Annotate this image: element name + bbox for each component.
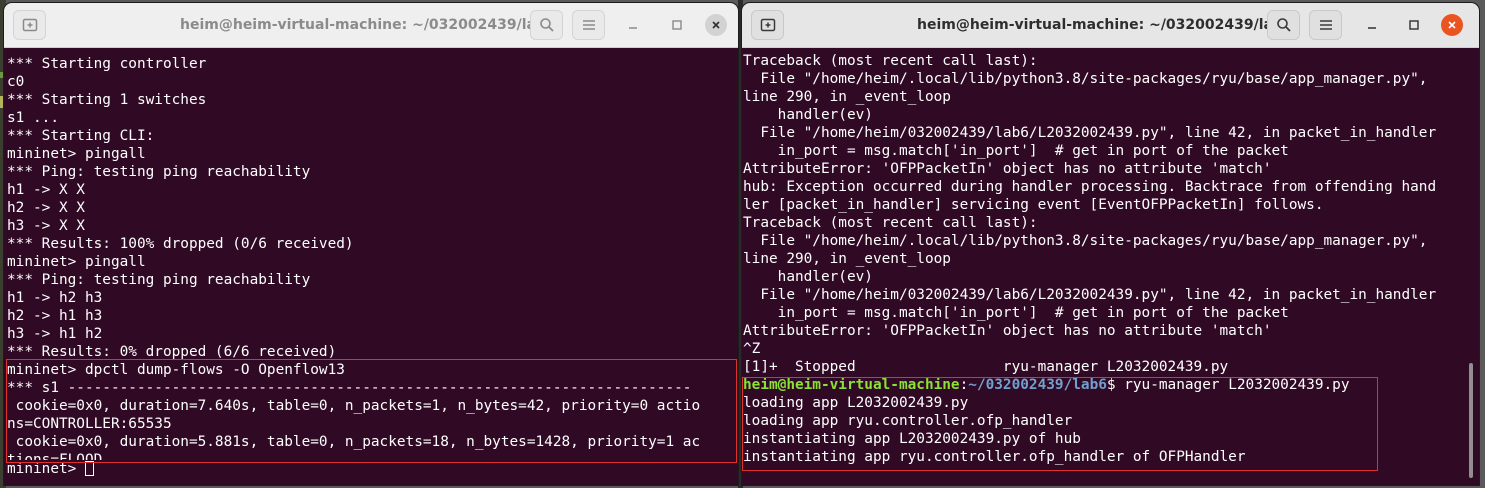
hamburger-menu-icon	[1319, 20, 1332, 30]
window-title: heim@heim-virtual-machine: ~/032002439/l…	[917, 17, 1293, 33]
close-icon	[1448, 21, 1456, 29]
terminal-line: in_port = msg.match['in_port'] # get in …	[743, 305, 1289, 321]
terminal-line: Traceback (most recent call last):	[743, 53, 1038, 69]
text-cursor	[84, 461, 94, 476]
prompt-path: ~/032002439/lab6	[968, 377, 1107, 393]
menu-button[interactable]	[1309, 10, 1342, 40]
terminal-line: Traceback (most recent call last):	[743, 215, 1038, 231]
terminal-line: s1 ...	[7, 110, 59, 126]
new-tab-button[interactable]	[13, 10, 46, 40]
scrollbar[interactable]	[1469, 363, 1473, 478]
terminal-output[interactable]: *** Starting controller c0 *** Starting …	[4, 48, 738, 485]
terminal-window-ryu[interactable]: heim@heim-virtual-machine: ~/032002439/l…	[742, 3, 1479, 485]
search-icon	[1276, 18, 1291, 32]
prompt-dollar: $	[1106, 377, 1125, 393]
terminal-line: ^Z	[743, 341, 761, 357]
terminal-line: cookie=0x0, duration=7.640s, table=0, n_…	[7, 398, 701, 414]
terminal-line: File "/home/heim/.local/lib/python3.8/si…	[743, 233, 1428, 249]
terminal-line: in_port = msg.match['in_port'] # get in …	[743, 143, 1289, 159]
terminal-output[interactable]: Traceback (most recent call last): File …	[742, 48, 1479, 485]
terminal-line: line 290, in _event_loop	[743, 89, 951, 105]
minimize-button[interactable]	[623, 15, 643, 35]
prompt-separator: :	[959, 377, 969, 393]
new-tab-button[interactable]	[751, 10, 784, 40]
terminal-line: *** Starting CLI:	[7, 128, 155, 144]
terminal-line: handler(ev)	[743, 107, 873, 123]
terminal-line: hub: Exception occurred during handler p…	[743, 179, 1437, 195]
search-icon	[539, 18, 554, 32]
minimize-icon	[629, 27, 637, 29]
new-tab-icon	[760, 18, 775, 32]
hamburger-menu-icon	[582, 20, 595, 30]
terminal-line: File "/home/heim/.local/lib/python3.8/si…	[743, 71, 1428, 87]
search-button[interactable]	[530, 10, 563, 40]
prompt-line[interactable]: heim@heim-virtual-machine:~/032002439/la…	[743, 376, 1479, 394]
terminal-line: h2 -> X X	[7, 200, 85, 216]
minimize-icon	[1368, 27, 1376, 29]
terminal-line: line 290, in _event_loop	[743, 251, 951, 267]
terminal-line: loading app L2032002439.py	[743, 395, 969, 411]
maximize-button[interactable]	[1404, 15, 1424, 35]
terminal-line: mininet> pingall	[7, 146, 146, 162]
terminal-line: ler [packet_in_handler] servicing event …	[743, 197, 1324, 213]
terminal-line: cookie=0x0, duration=5.881s, table=0, n_…	[7, 434, 701, 450]
terminal-line: *** Results: 0% dropped (6/6 received)	[7, 344, 337, 360]
terminal-line: AttributeError: 'OFPPacketIn' object has…	[743, 161, 1272, 177]
terminal-line: tions=FLOOD	[7, 452, 103, 460]
terminal-line: *** s1 ---------------------------------…	[7, 380, 692, 396]
shell-prompt: mininet>	[7, 461, 85, 477]
terminal-line: instantiating app ryu.controller.ofp_han…	[743, 449, 1246, 465]
close-button[interactable]	[1441, 14, 1463, 36]
terminal-line: h1 -> X X	[7, 182, 85, 198]
terminal-line: *** Ping: testing ping reachability	[7, 164, 311, 180]
terminal-line: instantiating app L2032002439.py of hub	[743, 431, 1081, 447]
search-button[interactable]	[1267, 10, 1300, 40]
terminal-line: File "/home/heim/032002439/lab6/L2032002…	[743, 287, 1437, 303]
title-bar[interactable]: heim@heim-virtual-machine: ~/032002439/l…	[742, 3, 1479, 48]
terminal-line: c0	[7, 74, 25, 90]
terminal-line: h3 -> X X	[7, 218, 85, 234]
terminal-line: *** Starting 1 switches	[7, 92, 207, 108]
maximize-button[interactable]	[667, 15, 687, 35]
new-tab-icon	[22, 18, 37, 32]
title-bar[interactable]: heim@heim-virtual-machine: ~/032002439/l…	[4, 3, 738, 48]
terminal-line: h2 -> h1 h3	[7, 308, 103, 324]
command-text: ryu-manager L2032002439.py	[1124, 377, 1350, 393]
terminal-line: loading app ryu.controller.ofp_handler	[743, 413, 1073, 429]
terminal-window-mininet[interactable]: heim@heim-virtual-machine: ~/032002439/l…	[4, 3, 738, 485]
maximize-icon	[1409, 20, 1419, 30]
close-button[interactable]	[705, 14, 727, 36]
terminal-line: mininet> dpctl dump-flows -O Openflow13	[7, 362, 345, 378]
terminal-line: mininet> pingall	[7, 254, 146, 270]
maximize-icon	[672, 20, 682, 30]
menu-button[interactable]	[572, 10, 605, 40]
terminal-line: ns=CONTROLLER:65535	[7, 416, 172, 432]
window-title: heim@heim-virtual-machine: ~/032002439/l…	[180, 17, 556, 33]
prompt-line[interactable]: mininet>	[7, 460, 738, 478]
terminal-line: h1 -> h2 h3	[7, 290, 103, 306]
terminal-line: h3 -> h1 h2	[7, 326, 103, 342]
terminal-line: *** Ping: testing ping reachability	[7, 272, 311, 288]
close-icon	[712, 21, 720, 29]
terminal-line: handler(ev)	[743, 269, 873, 285]
terminal-line: *** Starting controller	[7, 56, 207, 72]
terminal-line: File "/home/heim/032002439/lab6/L2032002…	[743, 125, 1437, 141]
terminal-line: AttributeError: 'OFPPacketIn' object has…	[743, 323, 1272, 339]
terminal-line: *** Results: 100% dropped (0/6 received)	[7, 236, 354, 252]
terminal-line: [1]+ Stopped ryu-manager L2032002439.py	[743, 359, 1229, 375]
prompt-user: heim@heim-virtual-machine	[743, 377, 960, 393]
minimize-button[interactable]	[1362, 15, 1382, 35]
